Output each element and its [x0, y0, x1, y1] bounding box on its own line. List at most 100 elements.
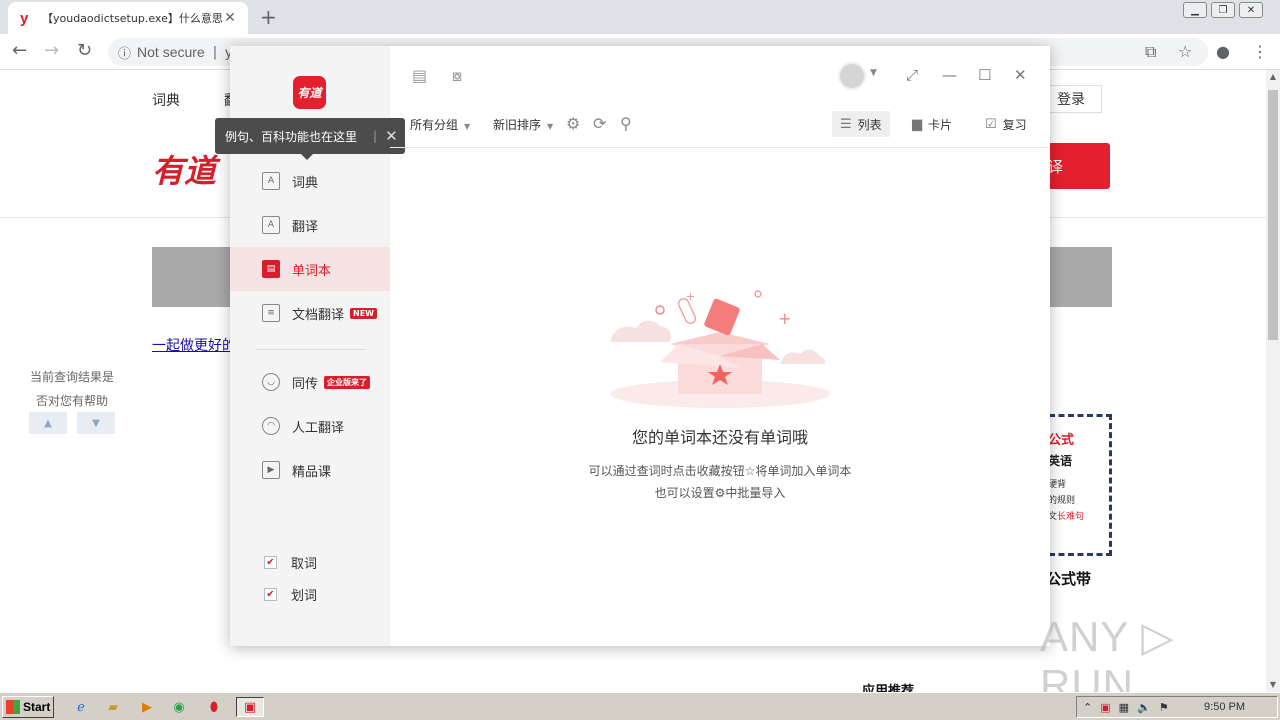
- volume-icon[interactable]: 🔈: [1137, 701, 1151, 714]
- youdao-favicon-icon: y: [20, 9, 29, 27]
- youdao-logo: 有道: [293, 76, 326, 109]
- clock: 9:50 PM: [1204, 701, 1245, 713]
- forward-icon[interactable]: →: [44, 40, 59, 61]
- media-player-icon[interactable]: ▶: [136, 697, 158, 717]
- wordbook-icon: ▤: [262, 260, 280, 278]
- select-word-checkbox[interactable]: ✔: [264, 588, 277, 601]
- page-scrollbar[interactable]: ▲ ▼: [1266, 70, 1280, 692]
- sidebar-item-label: 翻译: [292, 219, 319, 235]
- bookmark-star-icon[interactable]: ☆: [1178, 42, 1192, 61]
- list-view-label: 列表: [857, 117, 882, 132]
- group-filter-dropdown[interactable]: 所有分组 ▼: [410, 116, 470, 133]
- sidebar-item-simultaneous[interactable]: ◡ 同传 企业版来了: [230, 360, 390, 404]
- close-icon[interactable]: ✕: [1014, 66, 1027, 84]
- compact-mode-icon[interactable]: ⤢: [906, 66, 918, 84]
- scroll-thumb[interactable]: [1268, 90, 1278, 340]
- select-word-toggle[interactable]: ✔ 划词: [264, 585, 317, 604]
- translate-doc-icon: A: [262, 216, 280, 234]
- youdao-taskbar-icon[interactable]: ▣: [236, 697, 264, 717]
- ad-line-5: 文长难句: [1048, 509, 1103, 525]
- flag-icon[interactable]: ⚑: [1159, 701, 1169, 714]
- tray-arrow-icon[interactable]: ⌃: [1083, 701, 1092, 714]
- new-tab-icon[interactable]: +: [260, 5, 277, 29]
- sidebar-item-dictionary[interactable]: A 词典: [230, 159, 390, 203]
- folder-icon[interactable]: ▰: [102, 697, 124, 717]
- review-check-icon: ☑: [985, 116, 997, 132]
- youdao-tray-icon[interactable]: ▣: [1100, 701, 1110, 714]
- sidebar-item-wordbook[interactable]: ▤ 单词本: [230, 247, 390, 291]
- sidebar-item-translate[interactable]: A 翻译: [230, 203, 390, 247]
- ad-body: 硬背 的规则 文长难句: [1048, 477, 1103, 525]
- sidebar-item-label: 人工翻译: [292, 420, 345, 436]
- card-view-button[interactable]: ▆ 卡片: [904, 111, 960, 137]
- minimize-icon[interactable]: ▁: [1183, 2, 1207, 18]
- search-icon[interactable]: ⚲: [620, 114, 632, 133]
- feedback-line-2: 否对您有帮助: [35, 394, 108, 408]
- windows-flag-icon: [6, 700, 20, 714]
- scroll-up-icon[interactable]: ▲: [1266, 70, 1280, 84]
- tab-close-icon[interactable]: ✕: [222, 10, 238, 26]
- ad-line-2: 英语: [1048, 454, 1073, 468]
- sidebar-item-doc-translate[interactable]: ≡ 文档翻译 NEW: [230, 291, 390, 335]
- page-translate-button[interactable]: 译: [1042, 143, 1110, 189]
- page-nav-dict[interactable]: 词典: [152, 90, 180, 110]
- capture-word-checkbox[interactable]: ✔: [264, 556, 277, 569]
- list-icon: ☰: [840, 116, 852, 132]
- sort-label: 新旧排序: [493, 118, 542, 132]
- card-view-label: 卡片: [928, 117, 953, 132]
- group-filter-label: 所有分组: [410, 118, 459, 132]
- avatar[interactable]: [838, 62, 866, 90]
- chevron-down-icon[interactable]: ▼: [870, 68, 877, 78]
- opera-icon[interactable]: ⬮: [203, 697, 225, 717]
- list-view-button[interactable]: ☰ 列表: [832, 111, 890, 137]
- restore-icon[interactable]: ❐: [1211, 2, 1235, 18]
- review-button[interactable]: ☑ 复习: [977, 111, 1035, 137]
- recommend-heading: 应用推荐: [862, 684, 915, 692]
- sidebar-item-label: 精品课: [292, 464, 332, 480]
- simultaneous-icon: ◡: [262, 373, 280, 391]
- page-link[interactable]: 一起做更好的: [152, 335, 236, 355]
- settings-gear-icon[interactable]: ⚙: [566, 114, 580, 133]
- screenshot-icon[interactable]: ⧇: [452, 66, 462, 86]
- card-icon: ▆: [912, 116, 922, 132]
- close-icon[interactable]: ✕: [1239, 2, 1263, 18]
- sidebar-item-human-translate[interactable]: ◠ 人工翻译: [230, 404, 390, 448]
- sync-icon[interactable]: ⟳: [593, 114, 606, 133]
- network-icon[interactable]: ▦: [1119, 701, 1129, 714]
- browser-tabstrip: y 【youdaodictsetup.exe】什么意思_英 ✕ + ▁ ❐ ✕: [0, 0, 1280, 34]
- page-logo: 有道: [152, 152, 217, 190]
- enterprise-badge: 企业版来了: [324, 375, 371, 389]
- chevron-down-icon: ▼: [464, 122, 471, 131]
- feature-tooltip: 例句、百科功能也在这里 | ✕: [215, 118, 405, 160]
- tooltip-separator: |: [373, 129, 378, 143]
- ad-line-4: 的规则: [1048, 496, 1076, 506]
- sidebar-item-courses[interactable]: ▶ 精品课: [230, 448, 390, 492]
- dictionary-icon: A: [262, 172, 280, 190]
- ie-icon[interactable]: ℯ: [70, 697, 92, 717]
- review-label: 复习: [1002, 117, 1027, 132]
- empty-desc-line-1: 可以通过查词时点击收藏按钮☆将单词加入单词本: [588, 464, 852, 478]
- check-label: 划词: [291, 589, 318, 604]
- feedback-text: 当前查询结果是 否对您有帮助: [22, 365, 122, 413]
- profile-icon[interactable]: ●: [1216, 42, 1230, 61]
- minimize-icon[interactable]: —: [942, 66, 957, 84]
- start-button[interactable]: Start: [2, 696, 54, 718]
- menu-kebab-icon[interactable]: ⋮: [1252, 42, 1268, 61]
- empty-desc-line-2: 也可以设置⚙中批量导入: [654, 486, 786, 500]
- reload-icon[interactable]: ↻: [77, 40, 92, 61]
- translate-icon[interactable]: ⧉: [1145, 42, 1156, 62]
- back-icon[interactable]: ←: [12, 40, 27, 61]
- ad-line-5-highlight: 长难句: [1057, 512, 1085, 522]
- vote-up-icon[interactable]: ▲: [29, 412, 67, 434]
- browser-tab[interactable]: y 【youdaodictsetup.exe】什么意思_英 ✕: [8, 2, 248, 34]
- maximize-icon[interactable]: ☐: [978, 66, 991, 84]
- info-icon[interactable]: ⓘ: [118, 43, 131, 62]
- sidebar-item-label: 同传: [292, 376, 319, 392]
- check-label: 取词: [291, 557, 318, 572]
- chrome-icon[interactable]: ◉: [168, 697, 190, 717]
- youdao-dict-window: 有道 A 词典 A 翻译 ▤ 单词本 ≡ 文档翻译 NEW ◡ 同传 企业版来了…: [215, 46, 1050, 646]
- notes-icon[interactable]: ▤: [412, 66, 427, 85]
- vote-down-icon[interactable]: ▼: [77, 412, 115, 434]
- capture-word-toggle[interactable]: ✔ 取词: [264, 553, 317, 572]
- sort-dropdown[interactable]: 新旧排序 ▼: [493, 116, 553, 133]
